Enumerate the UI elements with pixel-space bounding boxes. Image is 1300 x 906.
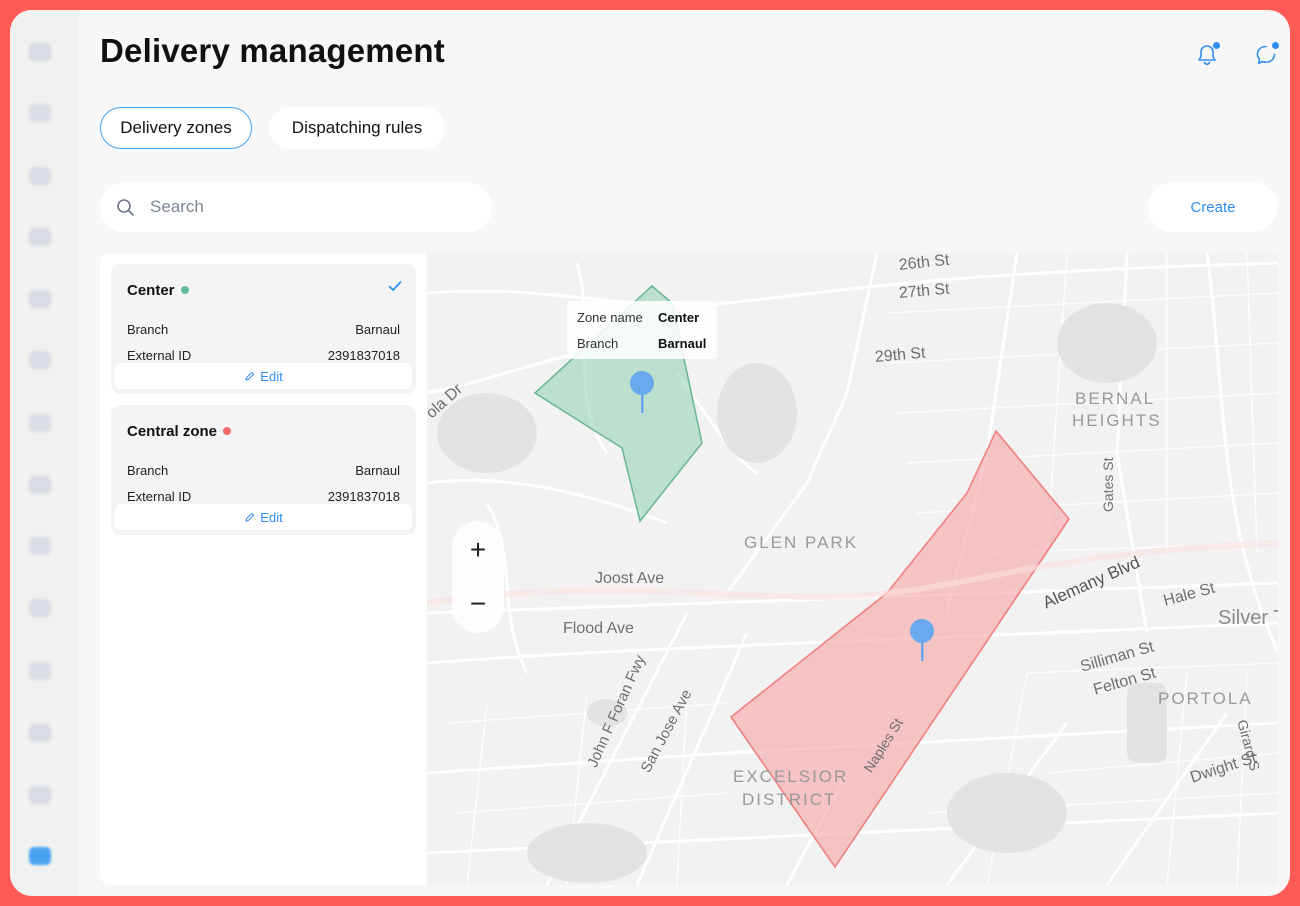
nav-item-icon[interactable] [29, 476, 51, 494]
nav-item-icon[interactable] [29, 351, 51, 369]
status-dot [223, 427, 232, 435]
create-button[interactable]: Create [1148, 182, 1278, 232]
nav-item-delivery-icon[interactable] [29, 847, 51, 865]
zone-external-id-row: External ID 2391837018 [127, 348, 400, 363]
street-label: Joost Ave [595, 570, 665, 587]
zone-card-central-zone[interactable]: Central zone Branch Barnaul External ID 23… [111, 405, 416, 535]
app-window: Delivery management Delivery zones Dispa… [10, 10, 1290, 896]
zone-card-center[interactable]: Center Branch Barnaul External ID 23918370… [111, 264, 416, 394]
zone-branch-row: Branch Barnaul [127, 322, 400, 337]
status-dot [180, 286, 189, 294]
zones-list: Center Branch Barnaul External ID 23918370… [100, 253, 427, 885]
map-view[interactable]: 26th St 27th St 29th St BERNAL HEIGHTS G… [427, 253, 1278, 885]
page-title: Delivery management [100, 32, 445, 69]
map-pin-icon[interactable] [910, 619, 934, 663]
tooltip-label: Zone name [577, 310, 643, 325]
edit-button[interactable]: Edit [115, 504, 412, 530]
nav-item-icon[interactable] [29, 104, 51, 122]
map-streets [427, 253, 1278, 885]
zoom-in-button[interactable]: + [452, 527, 504, 573]
district-label: PORTOLA [1158, 689, 1253, 708]
street-label: Gates St [1100, 457, 1116, 512]
search-icon [117, 199, 134, 216]
zone-branch-row: Branch Barnaul [127, 463, 400, 478]
zoom-controls: + − [452, 521, 504, 633]
plus-icon: + [469, 534, 487, 565]
map-pin-icon[interactable] [630, 371, 654, 415]
tooltip-value: Barnaul [658, 336, 707, 351]
tooltip-value: Center [658, 310, 700, 325]
edit-button[interactable]: Edit [115, 363, 412, 389]
tab-delivery-zones[interactable]: Delivery zones [100, 107, 252, 149]
check-icon [388, 281, 402, 291]
street-label: Flood Ave [563, 620, 634, 637]
search-box [100, 182, 492, 232]
zone-name: Central zone [127, 423, 232, 440]
tooltip-label: Branch [577, 336, 619, 351]
nav-item-icon[interactable] [29, 662, 51, 680]
nav-item-icon[interactable] [29, 228, 51, 246]
zone-external-id-row: External ID 2391837018 [127, 489, 400, 504]
nav-item-icon[interactable] [29, 537, 51, 555]
nav-item-icon[interactable] [29, 290, 51, 308]
nav-item-icon[interactable] [29, 167, 51, 185]
tab-label: Dispatching rules [291, 118, 423, 137]
pencil-icon [245, 371, 255, 381]
district-label: BERNAL [1075, 389, 1156, 408]
create-button-label: Create [1190, 198, 1236, 216]
nav-item-icon[interactable] [29, 599, 51, 617]
district-label: DISTRICT [742, 790, 837, 809]
district-label: Silver Te [1218, 607, 1278, 629]
nav-item-icon[interactable] [29, 43, 51, 61]
nav-item-icon[interactable] [29, 786, 51, 804]
minus-icon: − [469, 588, 487, 619]
sidebar-rail [10, 10, 79, 896]
notifications-button[interactable] [1194, 41, 1221, 68]
tab-label: Delivery zones [120, 118, 232, 137]
district-label: HEIGHTS [1072, 411, 1162, 430]
search-input[interactable] [150, 195, 470, 219]
pencil-icon [245, 512, 255, 522]
messages-button[interactable] [1253, 41, 1280, 68]
zone-tooltip: Zone name Center Branch Barnaul [567, 301, 717, 359]
district-label: EXCELSIOR [733, 767, 849, 786]
tab-dispatching-rules[interactable]: Dispatching rules [269, 107, 445, 149]
nav-item-icon[interactable] [29, 414, 51, 432]
nav-item-icon[interactable] [29, 724, 51, 742]
notification-dot [1212, 41, 1221, 50]
zone-name: Center [127, 282, 189, 299]
message-dot [1271, 41, 1280, 50]
zoom-out-button[interactable]: − [452, 581, 504, 627]
district-label: GLEN PARK [744, 533, 859, 552]
